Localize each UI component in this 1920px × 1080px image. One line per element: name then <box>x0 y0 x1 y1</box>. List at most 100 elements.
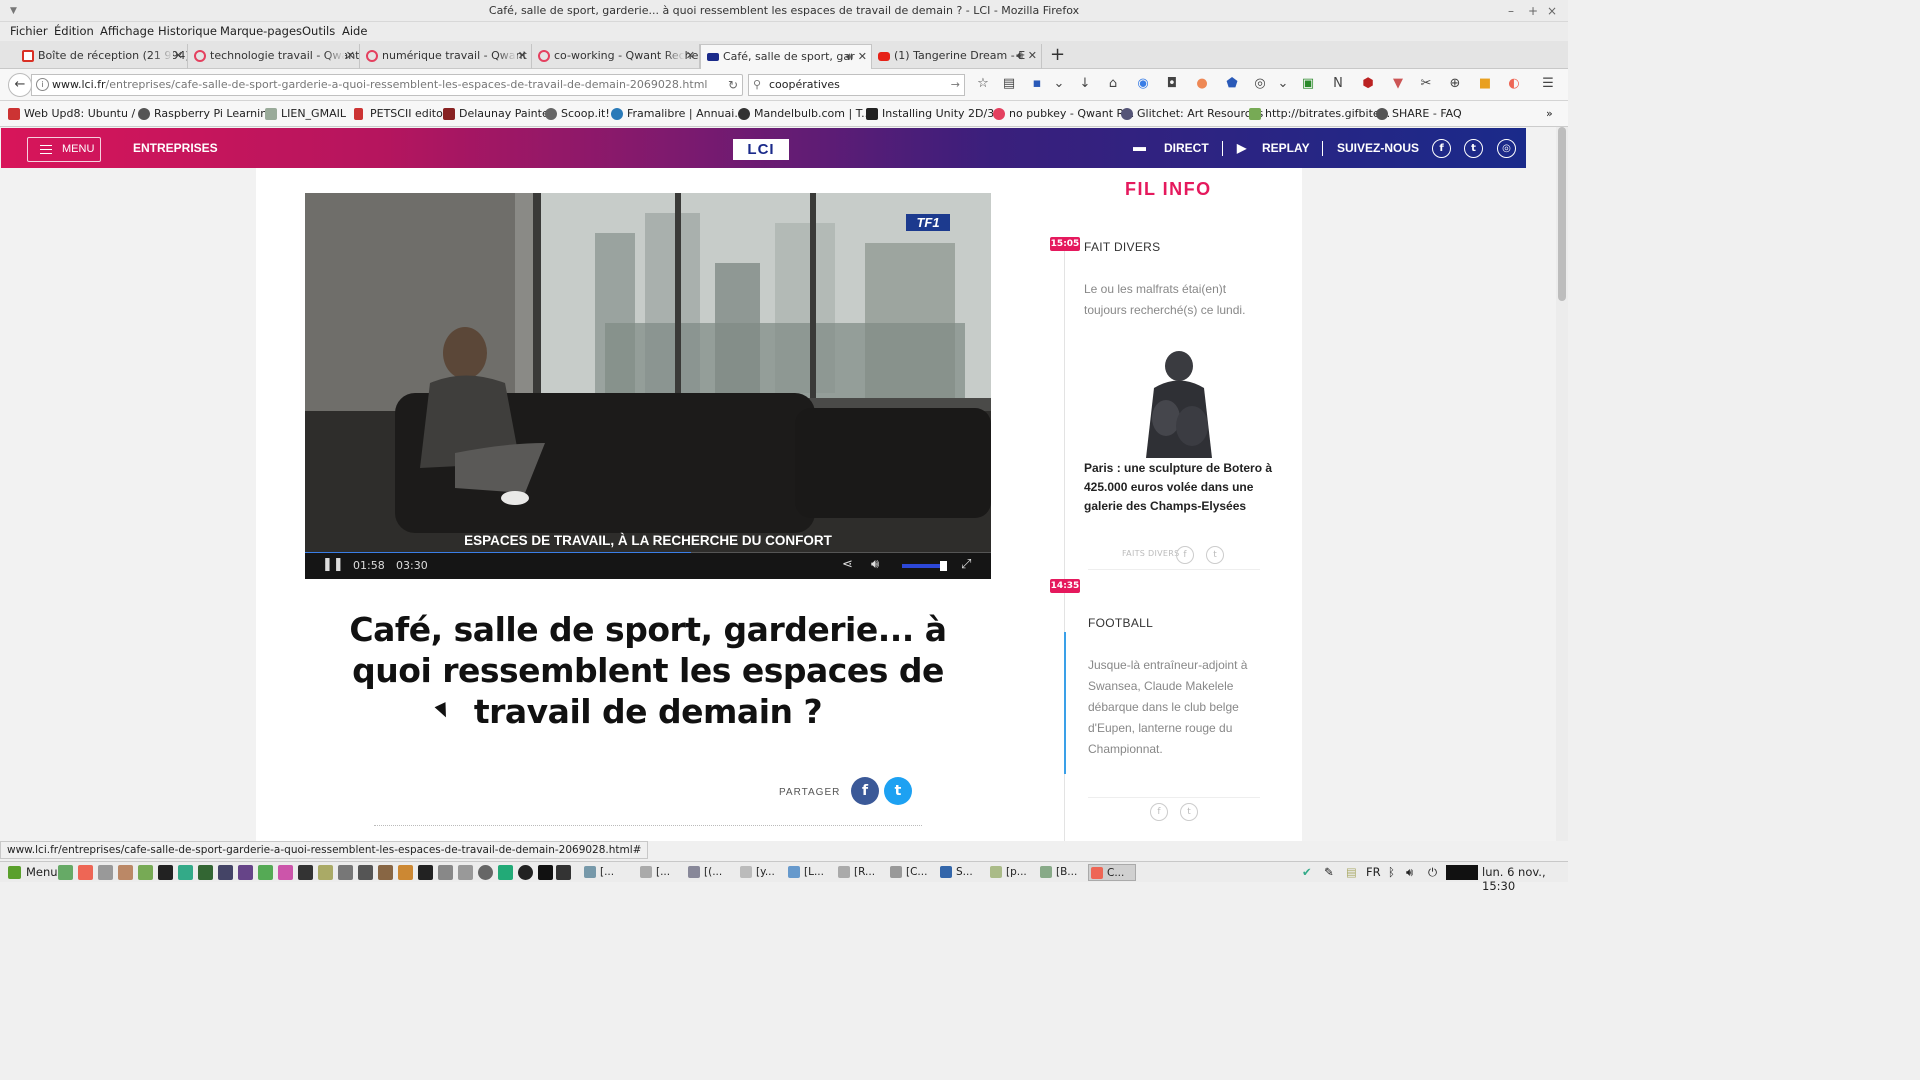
facebook-share-small-icon[interactable]: f <box>1176 546 1194 564</box>
extension-badge-icon[interactable]: ▣ <box>1300 76 1316 92</box>
clock[interactable]: lun. 6 nov., 15:30 <box>1482 865 1568 893</box>
search-bar[interactable]: ⚲ coopératives → <box>748 74 965 96</box>
launcher-icon[interactable] <box>358 865 373 880</box>
menu-historique[interactable]: Historique <box>158 24 217 38</box>
menu-aide[interactable]: Aide <box>342 24 367 38</box>
site-info-icon[interactable]: i <box>36 78 49 91</box>
close-window-button[interactable]: × <box>1547 0 1557 22</box>
launcher-icon[interactable] <box>478 865 493 880</box>
extension-red-icon[interactable]: ▼ <box>1390 76 1406 92</box>
launcher-icon[interactable] <box>218 865 233 880</box>
extension-n-icon[interactable]: N <box>1330 76 1346 92</box>
extension-sd-icon[interactable]: ■ <box>1477 76 1493 92</box>
shield-tray-icon[interactable]: ✔ <box>1302 865 1312 879</box>
facebook-icon[interactable]: f <box>1432 139 1451 158</box>
twitter-share-icon[interactable]: t <box>884 777 912 805</box>
bookmark-item[interactable]: Web Upd8: Ubuntu / ... <box>8 107 149 120</box>
tab-close-icon[interactable]: ✕ <box>346 44 355 68</box>
volume-tray-icon[interactable]: 🔊︎ <box>1406 865 1413 880</box>
search-go-icon[interactable]: → <box>951 75 960 95</box>
lci-logo[interactable]: LCI <box>733 139 789 160</box>
news-category[interactable]: FAIT DIVERS <box>1084 240 1160 254</box>
volume-knob[interactable] <box>939 561 947 571</box>
taskbar-item[interactable]: [(... <box>686 864 736 881</box>
launcher-icon[interactable] <box>438 865 453 880</box>
launcher-icon[interactable] <box>518 865 533 880</box>
tab-qwant-numerique[interactable]: numérique travail - Qwant R ✕ <box>360 44 532 69</box>
news-snippet[interactable]: Le ou les malfrats étai(en)t toujours re… <box>1084 279 1264 321</box>
section-entreprises-link[interactable]: ENTREPRISES <box>133 141 218 155</box>
bluetooth-icon[interactable]: ᛒ <box>1388 865 1395 879</box>
page-scrollbar[interactable] <box>1556 127 1568 841</box>
launcher-icon[interactable] <box>258 865 273 880</box>
start-menu-button[interactable]: Menu <box>8 865 58 879</box>
bookmark-item[interactable]: Delaunay Painter <box>443 107 553 120</box>
bookmarks-overflow-icon[interactable]: » <box>1546 107 1553 120</box>
tab-close-icon[interactable]: ✕ <box>518 44 527 68</box>
keyboard-layout[interactable]: FR <box>1366 865 1381 879</box>
tab-close-icon[interactable]: ✕ <box>686 44 695 68</box>
volume-slider[interactable] <box>902 561 947 571</box>
taskbar-item[interactable]: [B... <box>1038 864 1084 881</box>
replay-link[interactable]: REPLAY <box>1262 141 1310 155</box>
launcher-icon[interactable] <box>538 865 553 880</box>
clipboard-tray-icon[interactable]: ▤ <box>1346 865 1357 879</box>
launcher-icon[interactable] <box>198 865 213 880</box>
bookmark-item[interactable]: SHARE - FAQ <box>1376 107 1462 120</box>
facebook-share-small-icon[interactable]: f <box>1150 803 1168 821</box>
bookmark-star-icon[interactable]: ☆ <box>975 76 991 92</box>
fullscreen-icon[interactable]: ⤢ <box>961 557 971 572</box>
bookmark-item[interactable]: Scoop.it! <box>545 107 610 120</box>
speaker-icon[interactable]: 🔊︎ <box>1016 44 1023 68</box>
sync-icon[interactable]: ◉ <box>1135 76 1151 92</box>
terminal-icon[interactable] <box>418 865 433 880</box>
instagram-icon[interactable]: ◎ <box>1497 139 1516 158</box>
launcher-icon[interactable] <box>298 865 313 880</box>
launcher-icon[interactable] <box>458 865 473 880</box>
maximize-button[interactable]: + <box>1528 0 1538 22</box>
taskbar-item[interactable]: [y... <box>738 864 784 881</box>
extension-icon[interactable]: ◎ <box>1252 76 1268 92</box>
launcher-icon[interactable] <box>58 865 73 880</box>
menu-affichage[interactable]: Affichage <box>100 24 154 38</box>
launcher-icon[interactable] <box>378 865 393 880</box>
minimize-button[interactable]: – <box>1508 0 1514 22</box>
launcher-icon[interactable] <box>178 865 193 880</box>
launcher-icon[interactable] <box>238 865 253 880</box>
taskbar-item-active[interactable]: C... <box>1088 864 1136 881</box>
power-icon[interactable]: ⏻ <box>1428 865 1437 880</box>
twitter-icon[interactable]: t <box>1464 139 1483 158</box>
pause-icon[interactable]: ❚❚ <box>322 557 344 572</box>
tab-youtube[interactable]: (1) Tangerine Dream - E 🔊︎ ✕ <box>872 44 1042 69</box>
reload-icon[interactable]: ↻ <box>728 75 738 95</box>
scrollbar-thumb[interactable] <box>1558 127 1566 301</box>
video-player[interactable]: TF1 ESPACES DE TRAVAIL, À LA RECHERCHE D… <box>305 193 991 579</box>
news-snippet[interactable]: Jusque-là entraîneur-adjoint à Swansea, … <box>1088 655 1250 760</box>
bookmark-item[interactable]: Installing Unity 2D/3... <box>866 107 1005 120</box>
bookmark-item[interactable]: no pubkey - Qwant R... <box>993 107 1134 120</box>
tab-gmail[interactable]: Boîte de réception (21 994) ✕ <box>16 44 188 69</box>
taskbar-item[interactable]: [R... <box>836 864 884 881</box>
tab-close-icon[interactable]: ✕ <box>858 45 867 69</box>
firefox-launcher-icon[interactable] <box>78 865 93 880</box>
hamburger-menu-icon[interactable]: ☰ <box>1540 76 1556 92</box>
bookmark-item[interactable]: Glitchet: Art Resources <box>1121 107 1263 120</box>
pocket-dropdown-icon[interactable]: ⌄ <box>1051 76 1067 92</box>
taskbar-item[interactable]: [... <box>582 864 638 881</box>
launcher-icon[interactable] <box>138 865 153 880</box>
tab-lci-active[interactable]: Café, salle de sport, gar 🔊︎ ✕ <box>700 44 872 69</box>
twitter-share-small-icon[interactable]: t <box>1206 546 1224 564</box>
launcher-icon[interactable] <box>398 865 413 880</box>
dropdown-icon[interactable]: ⌄ <box>1275 76 1291 92</box>
tab-close-icon[interactable]: ✕ <box>174 44 183 68</box>
download-icon[interactable]: ↓ <box>1077 76 1093 92</box>
ublock-icon[interactable]: ⬢ <box>1360 76 1376 92</box>
menu-marque-pages[interactable]: Marque-pages <box>220 24 302 38</box>
bookmark-item[interactable]: PETSCII editor <box>354 107 447 120</box>
taskbar-item[interactable]: [L... <box>786 864 832 881</box>
bookmark-item[interactable]: Mandelbulb.com | T... <box>738 107 872 120</box>
launcher-icon[interactable] <box>98 865 113 880</box>
pocket-icon[interactable]: ◘ <box>1164 76 1180 92</box>
launcher-icon[interactable] <box>278 865 293 880</box>
bookmark-item[interactable]: Framalibre | Annuai... <box>611 107 745 120</box>
